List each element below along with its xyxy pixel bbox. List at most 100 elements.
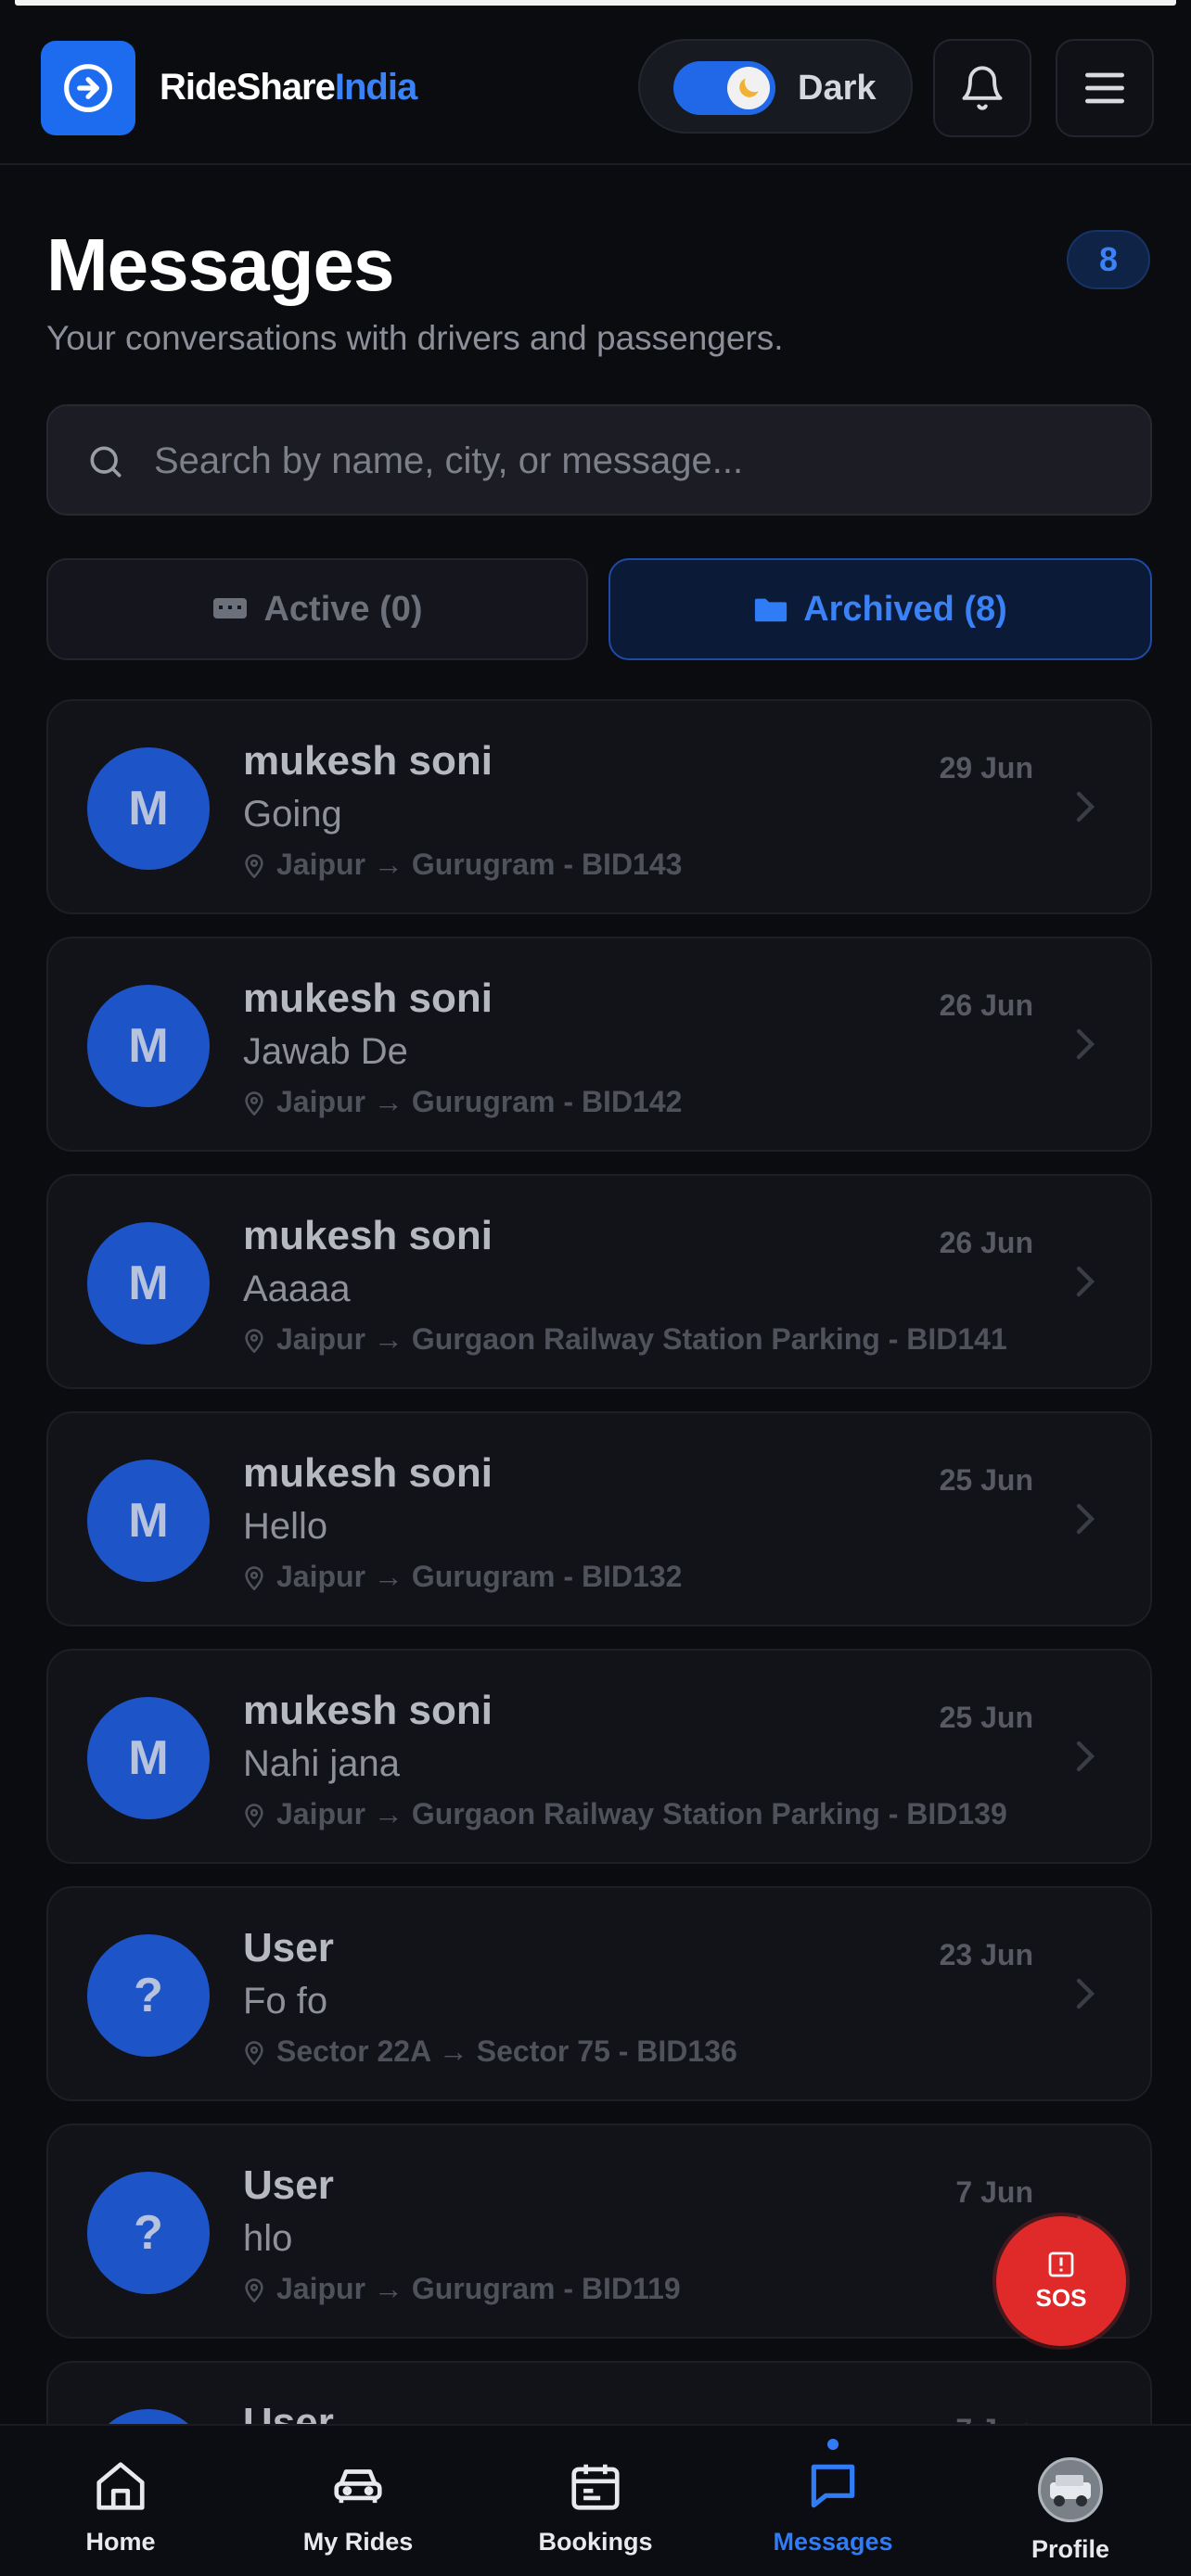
nav-messages[interactable]: Messages xyxy=(714,2426,952,2576)
message-date: 23 Jun xyxy=(939,1938,1033,1971)
conversation-card[interactable]: ? User 7 Jun hlo Jaipur → Gurugram - BID… xyxy=(46,2123,1152,2339)
last-message: Jawab De xyxy=(243,1031,408,1072)
brand-name-part1: RideShare xyxy=(160,67,336,108)
avatar: ? xyxy=(87,2172,210,2294)
arrow-circle-icon xyxy=(64,64,112,112)
brand-name-part2: India xyxy=(334,67,417,108)
nav-home[interactable]: Home xyxy=(2,2426,239,2576)
app-header: RideShareIndia Dark xyxy=(0,6,1191,165)
location-pin-icon xyxy=(245,1328,263,1353)
contact-name: mukesh soni xyxy=(243,1213,493,1258)
location-pin-icon xyxy=(245,1803,263,1828)
route-text: Jaipur → Gurgaon Railway Station Parking… xyxy=(276,1797,1007,1830)
tab-active[interactable]: Active (0) xyxy=(46,558,588,660)
nav-bookings-label: Bookings xyxy=(538,2528,653,2556)
message-date: 26 Jun xyxy=(939,988,1033,1022)
conversation-card[interactable]: M mukesh soni 26 Jun Aaaaa Jaipur → Gurg… xyxy=(46,1174,1152,1389)
calendar-icon xyxy=(571,2464,620,2510)
route-text: Sector 22A → Sector 75 - BID136 xyxy=(276,2034,737,2068)
theme-toggle[interactable]: Dark xyxy=(638,39,913,134)
alert-icon xyxy=(1048,2251,1074,2276)
conversation-card[interactable]: M mukesh soni 25 Jun Nahi jana Jaipur → … xyxy=(46,1649,1152,1864)
chevron-right-icon xyxy=(1076,1266,1095,1297)
tab-active-label: Active (0) xyxy=(263,589,423,629)
theme-switch[interactable] xyxy=(673,61,775,115)
ride-route: Jaipur → Gurugram - BID119 xyxy=(243,2272,681,2306)
avatar: M xyxy=(87,1697,210,1819)
nav-profile[interactable]: Profile xyxy=(952,2426,1189,2576)
location-pin-icon xyxy=(245,853,263,878)
location-pin-icon xyxy=(245,1565,263,1590)
nav-home-label: Home xyxy=(85,2528,156,2556)
notifications-button[interactable] xyxy=(933,39,1031,137)
avatar: ? xyxy=(87,2409,210,2424)
chevron-right-icon xyxy=(1076,791,1095,823)
message-date: 29 Jun xyxy=(939,751,1033,784)
contact-name: User xyxy=(243,2162,334,2208)
profile-avatar xyxy=(1038,2457,1103,2522)
theme-label: Dark xyxy=(798,69,877,108)
ride-route: Sector 22A → Sector 75 - BID136 xyxy=(243,2034,737,2069)
conversation-count-badge: 8 xyxy=(1067,230,1150,289)
nav-profile-label: Profile xyxy=(1031,2535,1110,2563)
chevron-right-icon xyxy=(1076,1978,1095,2009)
active-indicator xyxy=(827,2439,839,2450)
nav-my-rides-label: My Rides xyxy=(302,2528,414,2556)
route-text: Jaipur → Gurugram - BID132 xyxy=(276,1560,683,1593)
message-date: 7 Jun xyxy=(955,2175,1033,2209)
route-text: Jaipur → Gurugram - BID142 xyxy=(276,1085,683,1118)
avatar: M xyxy=(87,1460,210,1582)
chevron-right-icon xyxy=(1076,1028,1095,1060)
contact-name: mukesh soni xyxy=(243,1450,493,1496)
conversation-card[interactable]: ? User 7 Jun xyxy=(46,2361,1152,2424)
nav-my-rides[interactable]: My Rides xyxy=(239,2426,477,2576)
contact-name: User xyxy=(243,2400,334,2424)
search-icon xyxy=(90,446,122,478)
conversation-card[interactable]: ? User 23 Jun Fo fo Sector 22A → Sector … xyxy=(46,1886,1152,2101)
bell-icon xyxy=(962,66,1003,110)
contact-name: mukesh soni xyxy=(243,1688,493,1733)
moon-icon xyxy=(727,67,770,109)
brand-name[interactable]: RideShareIndia xyxy=(160,67,417,108)
home-icon xyxy=(96,2462,145,2510)
chat-icon xyxy=(213,598,248,618)
last-message: Going xyxy=(243,794,342,835)
menu-button[interactable] xyxy=(1056,39,1154,137)
page-title: Messages xyxy=(46,223,394,306)
sos-label: SOS xyxy=(1035,2283,1087,2312)
hamburger-icon xyxy=(1085,72,1124,104)
conversation-card[interactable]: M mukesh soni 29 Jun Going Jaipur → Guru… xyxy=(46,699,1152,914)
ride-route: Jaipur → Gurgaon Railway Station Parking… xyxy=(243,1797,1007,1831)
tab-archived-label: Archived (8) xyxy=(803,589,1007,629)
route-text: Jaipur → Gurgaon Railway Station Parking… xyxy=(276,1322,1007,1356)
route-text: Jaipur → Gurugram - BID119 xyxy=(276,2272,681,2305)
bottom-nav: Home My Rides Bookings Messages Profile xyxy=(0,2424,1191,2576)
search-input[interactable] xyxy=(154,430,1119,491)
location-pin-icon xyxy=(245,2040,263,2065)
conversation-list[interactable]: M mukesh soni 29 Jun Going Jaipur → Guru… xyxy=(46,699,1152,2424)
logo[interactable] xyxy=(41,41,135,135)
route-text: Jaipur → Gurugram - BID143 xyxy=(276,848,683,881)
page-subtitle: Your conversations with drivers and pass… xyxy=(46,319,784,357)
last-message: hlo xyxy=(243,2218,293,2259)
avatar: M xyxy=(87,985,210,1107)
sos-button[interactable]: SOS xyxy=(996,2216,1126,2346)
contact-name: User xyxy=(243,1925,334,1970)
nav-messages-label: Messages xyxy=(773,2528,893,2556)
conversation-card[interactable]: M mukesh soni 25 Jun Hello Jaipur → Guru… xyxy=(46,1411,1152,1626)
tab-archived[interactable]: Archived (8) xyxy=(608,558,1152,660)
vehicle-photo-icon xyxy=(1050,2475,1091,2506)
folder-icon xyxy=(755,598,788,622)
location-pin-icon xyxy=(245,1090,263,1116)
ride-route: Jaipur → Gurugram - BID143 xyxy=(243,848,682,882)
avatar: M xyxy=(87,747,210,870)
nav-bookings[interactable]: Bookings xyxy=(477,2426,714,2576)
chevron-right-icon xyxy=(1076,1741,1095,1772)
last-message: Nahi jana xyxy=(243,1743,401,1784)
message-date: 25 Jun xyxy=(939,1701,1033,1734)
conversation-card[interactable]: M mukesh soni 26 Jun Jawab De Jaipur → G… xyxy=(46,937,1152,1152)
search-bar[interactable] xyxy=(46,404,1152,516)
ride-route: Jaipur → Gurgaon Railway Station Parking… xyxy=(243,1322,1007,1357)
ride-route: Jaipur → Gurugram - BID132 xyxy=(243,1560,682,1594)
ride-route: Jaipur → Gurugram - BID142 xyxy=(243,1085,682,1119)
